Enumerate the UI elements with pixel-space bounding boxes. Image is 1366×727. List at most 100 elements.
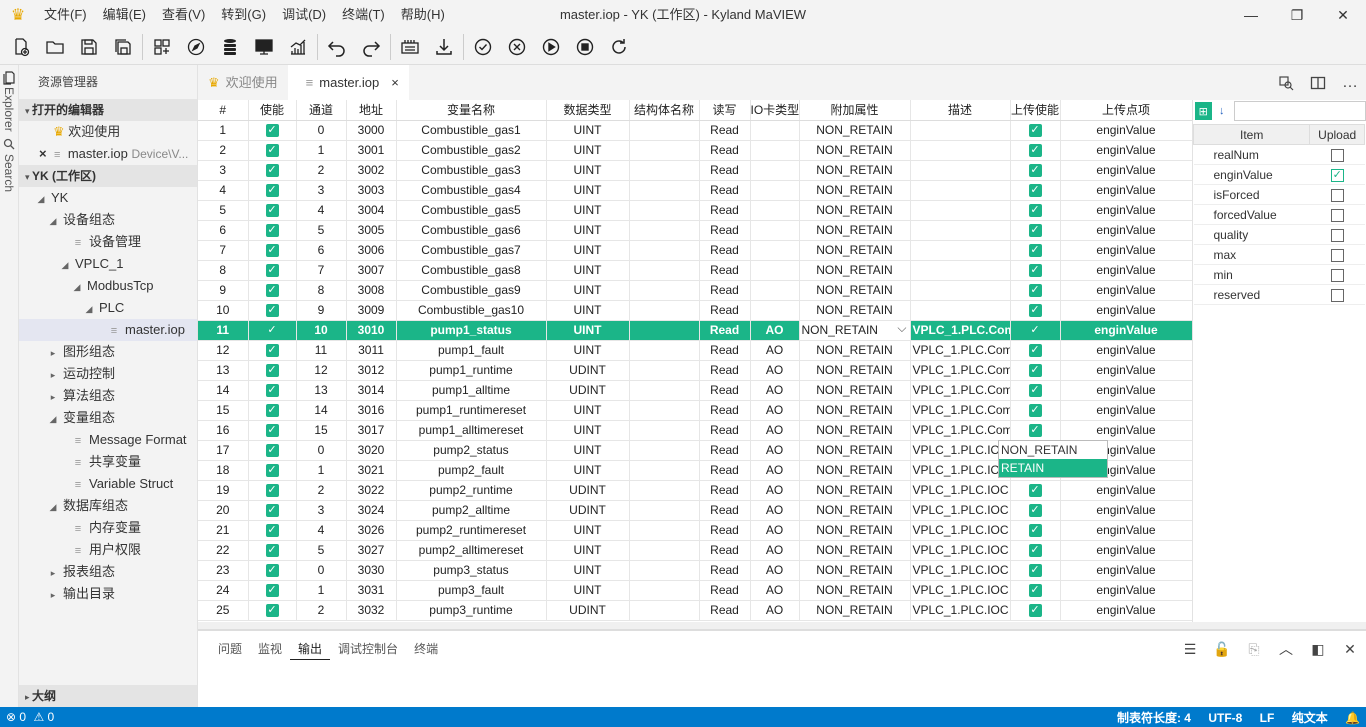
table-row[interactable]: 16 ✓ 15 3017 pump1_alltimereset UINT Read AO NON… — [198, 420, 1192, 441]
data-type-cell[interactable]: UDINT — [546, 380, 630, 401]
problems-status[interactable]: ⊗ 0 ⚠ 0 — [6, 710, 54, 724]
rw-cell[interactable]: Read — [699, 540, 751, 561]
upload-item-cell[interactable]: enginValue — [1060, 600, 1192, 621]
open-log-icon[interactable]: ⎘ — [1238, 631, 1270, 667]
address-cell[interactable]: 3017 — [346, 420, 397, 441]
struct-name-cell[interactable] — [629, 320, 700, 341]
notifications-icon[interactable]: 🔔 — [1345, 711, 1360, 725]
checkbox-checked-icon[interactable]: ✓ — [265, 404, 279, 418]
data-type-cell[interactable]: UINT — [546, 440, 630, 461]
checkbox-empty-icon[interactable] — [1330, 208, 1344, 222]
workspace-section[interactable]: ▾ YK (工作区) — [19, 165, 197, 187]
extra-attr-cell[interactable]: NON_RETAIN — [799, 500, 911, 521]
upload-item-cell[interactable]: enginValue — [1060, 420, 1192, 441]
description-cell[interactable]: VPLC_1.PLC.Com — [910, 380, 1011, 401]
table-row[interactable]: 1 ✓ 0 3000 Combustible_gas1 UINT Read NON_RETAI… — [198, 120, 1192, 141]
upload-enable-cell[interactable]: ✓ — [1010, 420, 1061, 441]
channel-cell[interactable]: 2 — [296, 600, 347, 621]
extra-attr-cell[interactable]: NON_RETAIN — [799, 200, 911, 221]
address-cell[interactable]: 3016 — [346, 400, 397, 421]
rw-cell[interactable]: Read — [699, 360, 751, 381]
chevron-down-icon[interactable]: ⌵ — [897, 321, 906, 336]
checkbox-checked-icon[interactable]: ✓ — [1028, 304, 1042, 318]
lock-scroll-icon[interactable]: 🔓 — [1206, 631, 1238, 667]
checkbox-empty-icon[interactable] — [1330, 288, 1344, 302]
channel-cell[interactable]: 1 — [296, 580, 347, 601]
io-card-type-cell[interactable] — [750, 220, 800, 241]
property-row[interactable]: realNum — [1193, 144, 1365, 165]
checkbox-checked-icon[interactable]: ✓ — [1028, 364, 1042, 378]
variable-name-cell[interactable]: pump3_runtime — [396, 600, 547, 621]
checkbox-checked-icon[interactable]: ✓ — [1028, 524, 1042, 538]
variable-name-cell[interactable]: pump1_fault — [396, 340, 547, 361]
io-card-type-cell[interactable]: AO — [750, 480, 800, 501]
channel-cell[interactable]: 4 — [296, 520, 347, 541]
checkbox-checked-icon[interactable]: ✓ — [1028, 384, 1042, 398]
tab-master-iop[interactable]: ≡ master.iop × — [287, 65, 409, 100]
table-row[interactable]: 19 ✓ 2 3022 pump2_runtime UDINT Read AO NON_RETA… — [198, 480, 1192, 501]
upload-enable-cell[interactable]: ✓ — [1010, 500, 1061, 521]
address-cell[interactable]: 3000 — [346, 120, 397, 141]
column-header[interactable]: 上传使能 — [1010, 100, 1061, 121]
checkbox-checked-icon[interactable]: ✓ — [265, 584, 279, 598]
io-card-type-cell[interactable]: AO — [750, 420, 800, 441]
variable-name-cell[interactable]: Combustible_gas9 — [396, 280, 547, 301]
upload-item-cell[interactable]: enginValue — [1060, 500, 1192, 521]
struct-name-cell[interactable] — [629, 200, 700, 221]
data-type-cell[interactable]: UINT — [546, 280, 630, 301]
address-cell[interactable]: 3002 — [346, 160, 397, 181]
variable-name-cell[interactable]: pump2_runtime — [396, 480, 547, 501]
variable-name-cell[interactable]: Combustible_gas10 — [396, 300, 547, 321]
variable-name-cell[interactable]: pump3_status — [396, 560, 547, 581]
panel-tab[interactable]: 问题 — [210, 631, 250, 667]
io-card-type-cell[interactable]: AO — [750, 440, 800, 461]
extra-attr-cell[interactable]: NON_RETAIN — [799, 180, 911, 201]
build-button[interactable] — [393, 32, 427, 62]
enable-cell[interactable]: ✓ — [248, 220, 297, 241]
upload-item-cell[interactable]: enginValue — [1060, 260, 1192, 281]
description-cell[interactable]: VPLC_1.PLC.Com — [910, 360, 1011, 381]
data-type-cell[interactable]: UINT — [546, 180, 630, 201]
checkbox-checked-icon[interactable]: ✓ — [1028, 484, 1042, 498]
channel-cell[interactable]: 0 — [296, 560, 347, 581]
checkbox-checked-icon[interactable]: ✓ — [265, 124, 279, 138]
address-cell[interactable]: 3024 — [346, 500, 397, 521]
checkbox-checked-icon[interactable]: ✓ — [265, 444, 279, 458]
tree-item[interactable]: ≡ 用户权限 — [19, 539, 197, 561]
rw-cell[interactable]: Read — [699, 240, 751, 261]
search-label[interactable]: Search — [2, 154, 16, 192]
upload-checkbox-cell[interactable] — [1309, 244, 1365, 265]
monitor-button[interactable] — [247, 32, 281, 62]
description-cell[interactable]: VPLC_1.PLC.IOC — [910, 580, 1011, 601]
struct-name-cell[interactable] — [629, 600, 700, 621]
panel-tab[interactable]: 监视 — [250, 631, 290, 667]
data-type-cell[interactable]: UDINT — [546, 500, 630, 521]
description-cell[interactable]: VPLC_1.PLC.IOC — [910, 480, 1011, 501]
checkbox-checked-icon[interactable]: ✓ — [265, 384, 279, 398]
io-card-type-cell[interactable]: AO — [750, 500, 800, 521]
data-type-cell[interactable]: UINT — [546, 140, 630, 161]
address-cell[interactable]: 3014 — [346, 380, 397, 401]
checkbox-checked-icon[interactable]: ✓ — [265, 144, 279, 158]
tree-item[interactable]: ≡ 内存变量 — [19, 517, 197, 539]
upload-item-cell[interactable]: enginValue — [1060, 560, 1192, 581]
table-row[interactable]: 20 ✓ 3 3024 pump2_alltime UDINT Read AO NON_RETA… — [198, 500, 1192, 521]
upload-enable-cell[interactable]: ✓ — [1010, 140, 1061, 161]
extra-attr-cell[interactable]: NON_RETAIN — [799, 120, 911, 141]
rw-cell[interactable]: Read — [699, 420, 751, 441]
explorer-label[interactable]: Explorer — [2, 87, 16, 132]
column-header[interactable]: 读写 — [699, 100, 751, 121]
categorized-icon[interactable]: ⊞ — [1195, 102, 1212, 120]
struct-name-cell[interactable] — [629, 240, 700, 261]
upload-item-cell[interactable]: enginValue — [1060, 180, 1192, 201]
io-card-type-cell[interactable]: AO — [750, 600, 800, 621]
redo-button[interactable] — [354, 32, 388, 62]
upload-enable-cell[interactable]: ✓ — [1010, 320, 1061, 341]
variable-name-cell[interactable]: pump2_alltimereset — [396, 540, 547, 561]
tree-item[interactable]: ▸ 报表组态 — [19, 561, 197, 583]
upload-item-cell[interactable]: enginValue — [1060, 300, 1192, 321]
run-button[interactable] — [534, 32, 568, 62]
property-row[interactable]: isForced — [1193, 184, 1365, 205]
upload-item-cell[interactable]: enginValue — [1060, 280, 1192, 301]
checkbox-checked-icon[interactable]: ✓ — [1028, 144, 1042, 158]
